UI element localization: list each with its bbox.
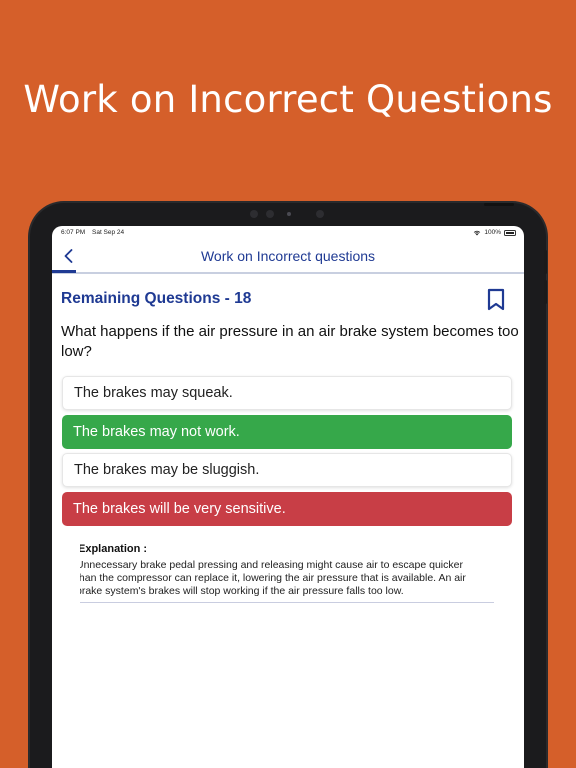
tablet-volume-up-button (544, 250, 547, 274)
bookmark-button[interactable] (486, 288, 506, 312)
remaining-questions-label: Remaining Questions - 18 (61, 290, 252, 307)
promo-page: Work on Incorrect Questions 6:07 PM Sat … (0, 0, 576, 768)
wifi-icon (474, 230, 481, 235)
answer-option-label: The brakes will be very sensitive. (73, 501, 286, 517)
nav-title: Work on Incorrect questions (200, 248, 376, 264)
explanation-line: Unnecessary brake pedal pressing and rel… (80, 559, 463, 571)
battery-icon (504, 229, 516, 236)
camera-lens-icon (266, 210, 274, 218)
answer-option[interactable]: The brakes may squeak. (62, 376, 512, 410)
explanation-line: brake system's brakes will stop working … (80, 585, 404, 597)
explanation-line: than the compressor can replace it, lowe… (80, 572, 466, 584)
tablet-camera (250, 209, 326, 219)
status-time: 6:07 PM (61, 229, 86, 236)
back-underline (52, 270, 76, 273)
bookmark-icon (487, 288, 505, 311)
camera-sensor-icon (250, 210, 258, 218)
answer-option-label: The brakes may be sluggish. (74, 462, 260, 478)
explanation-body: Unnecessary brake pedal pressing and rel… (80, 559, 494, 598)
status-bar: 6:07 PM Sat Sep 24 100% (52, 226, 524, 240)
answer-option-wrong[interactable]: The brakes will be very sensitive. (62, 492, 512, 526)
tablet-power-button (484, 203, 514, 206)
explanation-box: Explanation : Unnecessary brake pedal pr… (80, 540, 494, 603)
answer-option-label: The brakes may squeak. (74, 385, 233, 401)
explanation-title: Explanation : (80, 543, 148, 555)
promo-headline: Work on Incorrect Questions (23, 78, 553, 121)
camera-indicator-icon (287, 212, 291, 216)
battery-percent: 100% (484, 229, 501, 236)
question-text: What happens if the air pressure in an a… (61, 323, 519, 360)
answer-option[interactable]: The brakes may be sluggish. (62, 453, 512, 487)
answer-option-correct[interactable]: The brakes may not work. (62, 415, 512, 449)
status-indicators: 100% (473, 229, 516, 236)
status-date: Sat Sep 24 (92, 229, 125, 236)
app-screen: 6:07 PM Sat Sep 24 100% Work on Incorrec… (52, 226, 524, 768)
camera-sensor-icon (316, 210, 324, 218)
navigation-bar: Work on Incorrect questions (52, 240, 524, 274)
tablet-volume-down-button (544, 280, 547, 304)
answer-option-label: The brakes may not work. (73, 424, 240, 440)
